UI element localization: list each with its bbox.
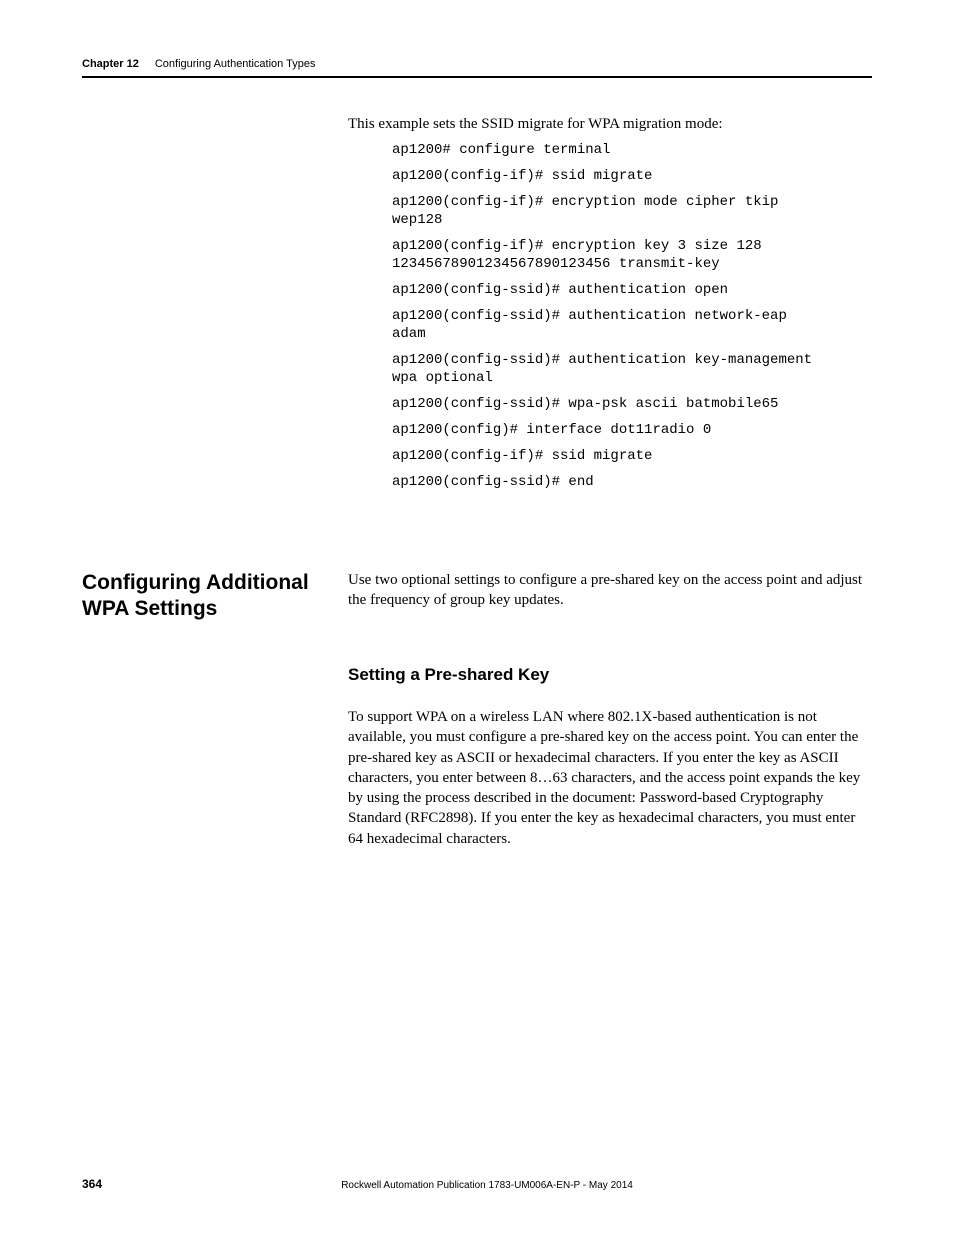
chapter-title: Configuring Authentication Types	[155, 58, 316, 70]
code-line-1: ap1200# configure terminal	[392, 142, 610, 160]
code-line-5: ap1200(config-ssid)# authentication open	[392, 282, 728, 300]
page-footer: 364 Rockwell Automation Publication 1783…	[82, 1177, 872, 1191]
code-line-3: ap1200(config-if)# encryption mode ciphe…	[392, 194, 778, 229]
subsection-heading: Setting a Pre-shared Key	[348, 665, 872, 685]
code-line-8: ap1200(config-ssid)# wpa-psk ascii batmo…	[392, 396, 778, 414]
subsection: Setting a Pre-shared Key To support WPA …	[348, 665, 872, 849]
section-heading: Configuring Additional WPA Settings	[82, 570, 316, 623]
publication-info: Rockwell Automation Publication 1783-UM0…	[102, 1180, 872, 1191]
code-line-10: ap1200(config-if)# ssid migrate	[392, 448, 652, 466]
code-line-6: ap1200(config-ssid)# authentication netw…	[392, 308, 787, 343]
chapter-label: Chapter 12	[82, 58, 139, 70]
section-body: Use two optional settings to configure a…	[348, 570, 872, 623]
subsection-body: To support WPA on a wireless LAN where 8…	[348, 707, 872, 849]
code-line-7: ap1200(config-ssid)# authentication key-…	[392, 352, 812, 387]
page-header: Chapter 12 Configuring Authentication Ty…	[82, 58, 872, 78]
code-line-4: ap1200(config-if)# encryption key 3 size…	[392, 238, 762, 273]
code-line-2: ap1200(config-if)# ssid migrate	[392, 168, 652, 186]
intro-text: This example sets the SSID migrate for W…	[348, 116, 723, 133]
page-number: 364	[82, 1177, 102, 1191]
code-line-11: ap1200(config-ssid)# end	[392, 474, 594, 492]
section-row: Configuring Additional WPA Settings Use …	[82, 570, 872, 623]
code-line-9: ap1200(config)# interface dot11radio 0	[392, 422, 711, 440]
